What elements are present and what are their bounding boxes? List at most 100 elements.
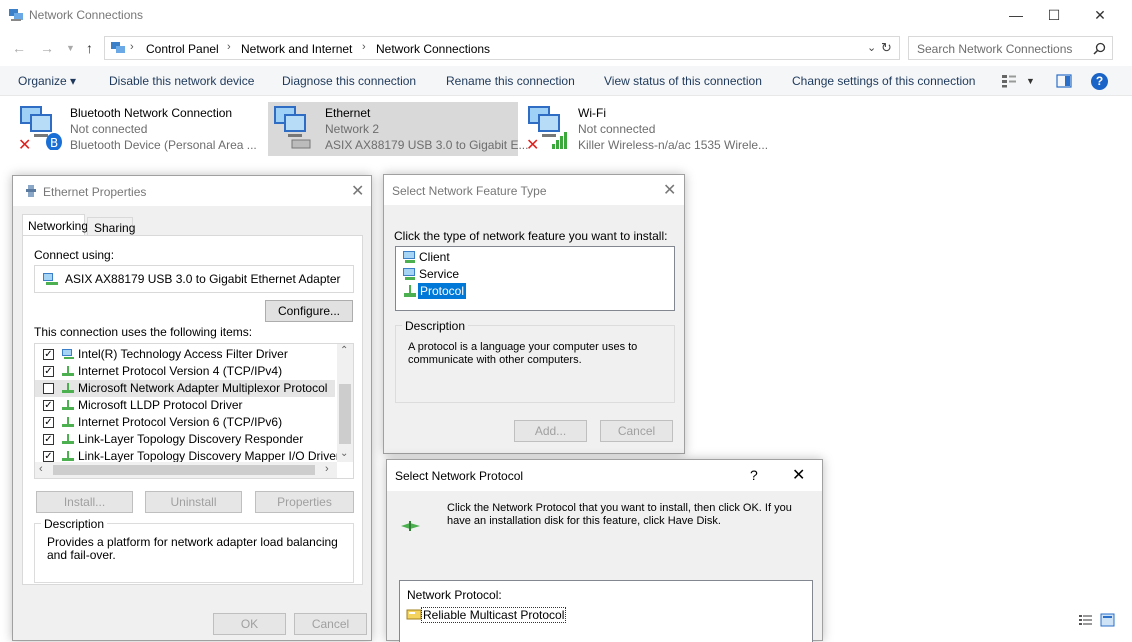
network-adapter-icon <box>43 273 58 285</box>
scroll-left-icon[interactable]: ‹ <box>39 463 43 475</box>
vertical-scrollbar[interactable]: ⌃ ⌄ <box>337 344 353 462</box>
adapter-field: ASIX AX88179 USB 3.0 to Gigabit Ethernet… <box>34 265 354 293</box>
connection-name: Bluetooth Network Connection <box>70 106 233 120</box>
tab-label: Networking <box>28 219 89 233</box>
help-button[interactable]: ? <box>750 467 758 483</box>
protocol-icon <box>62 417 74 427</box>
ethernet-properties-dialog: Ethernet Properties ✕ Networking Sharing… <box>12 175 372 641</box>
connection-name: Wi-Fi <box>578 106 606 120</box>
uninstall-button[interactable]: Uninstall <box>145 491 242 513</box>
item-checkbox[interactable]: ✓ <box>43 417 54 428</box>
list-item[interactable]: ✓ Intel(R) Technology Access Filter Driv… <box>35 346 335 363</box>
close-icon[interactable]: ✕ <box>351 181 364 201</box>
window-title: Network Connections <box>29 8 144 22</box>
protocol-icon <box>404 285 416 297</box>
list-item[interactable]: ✓ Link-Layer Topology Discovery Responde… <box>35 431 335 448</box>
maximize-button[interactable]: ☐ <box>1031 0 1077 30</box>
feature-prompt: Click the type of network feature you wa… <box>394 229 668 243</box>
protocol-list-label: Network Protocol: <box>407 588 502 602</box>
connect-using-label: Connect using: <box>34 248 115 262</box>
svg-text:✕: ✕ <box>18 135 31 150</box>
scroll-thumb[interactable] <box>339 384 351 444</box>
control-panel-icon <box>111 42 125 53</box>
tab-label: Sharing <box>94 221 136 235</box>
disable-device-button[interactable]: Disable this network device <box>109 74 254 88</box>
protocol-icon <box>62 383 74 393</box>
breadcrumb-network-and-internet[interactable]: Network and Internet <box>241 42 352 56</box>
connection-ethernet[interactable]: Ethernet Network 2 ASIX AX88179 USB 3.0 … <box>268 102 528 156</box>
connection-status: Network 2 <box>325 122 380 136</box>
search-box[interactable]: Search Network Connections <box>908 36 1113 60</box>
connection-status: Not connected <box>578 122 656 136</box>
cancel-button[interactable]: Cancel <box>600 420 673 442</box>
close-icon[interactable]: ✕ <box>792 465 805 485</box>
refresh-icon[interactable]: ↻ <box>881 40 892 56</box>
large-icons-view-icon[interactable] <box>1100 613 1115 627</box>
networking-tab-panel: Connect using: ASIX AX88179 USB 3.0 to G… <box>22 235 363 585</box>
breadcrumb-network-connections[interactable]: Network Connections <box>376 42 490 56</box>
rename-button[interactable]: Rename this connection <box>446 74 575 88</box>
description-label: Description <box>41 517 108 531</box>
close-button[interactable]: ✕ <box>1077 0 1123 30</box>
ok-button[interactable]: OK <box>213 613 286 635</box>
up-arrow-icon[interactable]: ↑ <box>86 40 93 56</box>
description-label: Description <box>402 319 469 333</box>
install-button[interactable]: Install... <box>36 491 133 513</box>
organize-menu[interactable]: Organize ▾ <box>18 74 76 88</box>
item-label: Internet Protocol Version 4 (TCP/IPv4) <box>78 364 283 378</box>
dialog-title: Ethernet Properties <box>43 185 147 199</box>
item-checkbox[interactable] <box>43 383 54 394</box>
protocol-list[interactable]: Network Protocol: Reliable Multicast Pro… <box>399 580 813 642</box>
breadcrumb-separator-icon: › <box>362 41 366 53</box>
forward-arrow-icon[interactable]: → <box>40 40 54 56</box>
scroll-down-icon[interactable]: ⌄ <box>340 448 348 459</box>
recent-locations-chevron-icon[interactable]: ▼ <box>66 43 75 53</box>
details-view-icon[interactable] <box>1078 613 1093 627</box>
item-label: Link-Layer Topology Discovery Responder <box>78 432 304 446</box>
add-button[interactable]: Add... <box>514 420 587 442</box>
help-icon[interactable]: ? <box>1091 73 1108 90</box>
list-item[interactable]: ✓ Internet Protocol Version 6 (TCP/IPv6) <box>35 414 335 431</box>
dialog-title-bar: Ethernet Properties ✕ <box>13 176 371 206</box>
items-list[interactable]: ✓ Intel(R) Technology Access Filter Driv… <box>34 343 354 479</box>
preview-pane-icon[interactable] <box>1056 74 1072 88</box>
list-item[interactable]: Microsoft Network Adapter Multiplexor Pr… <box>35 380 335 397</box>
scroll-up-icon[interactable]: ⌃ <box>340 345 348 356</box>
change-settings-button[interactable]: Change settings of this connection <box>792 74 975 88</box>
change-view-icon[interactable] <box>1001 74 1017 88</box>
protocol-icon <box>62 366 74 376</box>
connection-bluetooth[interactable]: ✕ B Bluetooth Network Connection Not con… <box>16 102 260 156</box>
scroll-right-icon[interactable]: › <box>325 463 329 475</box>
horizontal-scrollbar[interactable]: ‹ › <box>35 462 337 478</box>
back-arrow-icon[interactable]: ← <box>12 40 26 56</box>
configure-button[interactable]: Configure... <box>265 300 353 322</box>
title-bar: Network Connections — ☐ ✕ <box>0 0 1132 32</box>
item-checkbox[interactable]: ✓ <box>43 366 54 377</box>
properties-button[interactable]: Properties <box>255 491 354 513</box>
description-group: Description A protocol is a language you… <box>395 319 675 403</box>
tab-networking[interactable]: Networking <box>22 214 89 236</box>
tab-sharing[interactable]: Sharing <box>87 217 136 236</box>
item-checkbox[interactable]: ✓ <box>43 400 54 411</box>
view-options-chevron-icon[interactable]: ▼ <box>1026 76 1035 86</box>
item-checkbox[interactable]: ✓ <box>43 349 54 360</box>
service-icon <box>403 268 415 280</box>
address-dropdown-chevron-icon[interactable]: ⌄ <box>867 41 876 54</box>
view-status-button[interactable]: View status of this connection <box>604 74 762 88</box>
connection-wifi[interactable]: ✕ Wi-Fi Not connected Killer Wireless-n/… <box>524 102 770 156</box>
cancel-button[interactable]: Cancel <box>294 613 367 635</box>
scroll-thumb[interactable] <box>53 465 315 475</box>
description-text: Provides a platform for network adapter … <box>47 535 338 562</box>
item-checkbox[interactable]: ✓ <box>43 434 54 445</box>
diagnose-button[interactable]: Diagnose this connection <box>282 74 416 88</box>
protocol-instructions: Click the Network Protocol that you want… <box>447 502 792 527</box>
item-checkbox[interactable]: ✓ <box>43 451 54 462</box>
list-item[interactable]: ✓ Microsoft LLDP Protocol Driver <box>35 397 335 414</box>
breadcrumb-control-panel[interactable]: Control Panel <box>146 42 219 56</box>
feature-type-list[interactable]: Client Service Protocol <box>395 246 675 311</box>
protocol-icon <box>62 400 74 410</box>
close-icon[interactable]: ✕ <box>663 180 676 200</box>
list-item[interactable]: ✓ Internet Protocol Version 4 (TCP/IPv4) <box>35 363 335 380</box>
connection-device: Bluetooth Device (Personal Area ... <box>70 138 257 152</box>
address-bar[interactable]: › Control Panel › Network and Internet ›… <box>104 36 900 60</box>
